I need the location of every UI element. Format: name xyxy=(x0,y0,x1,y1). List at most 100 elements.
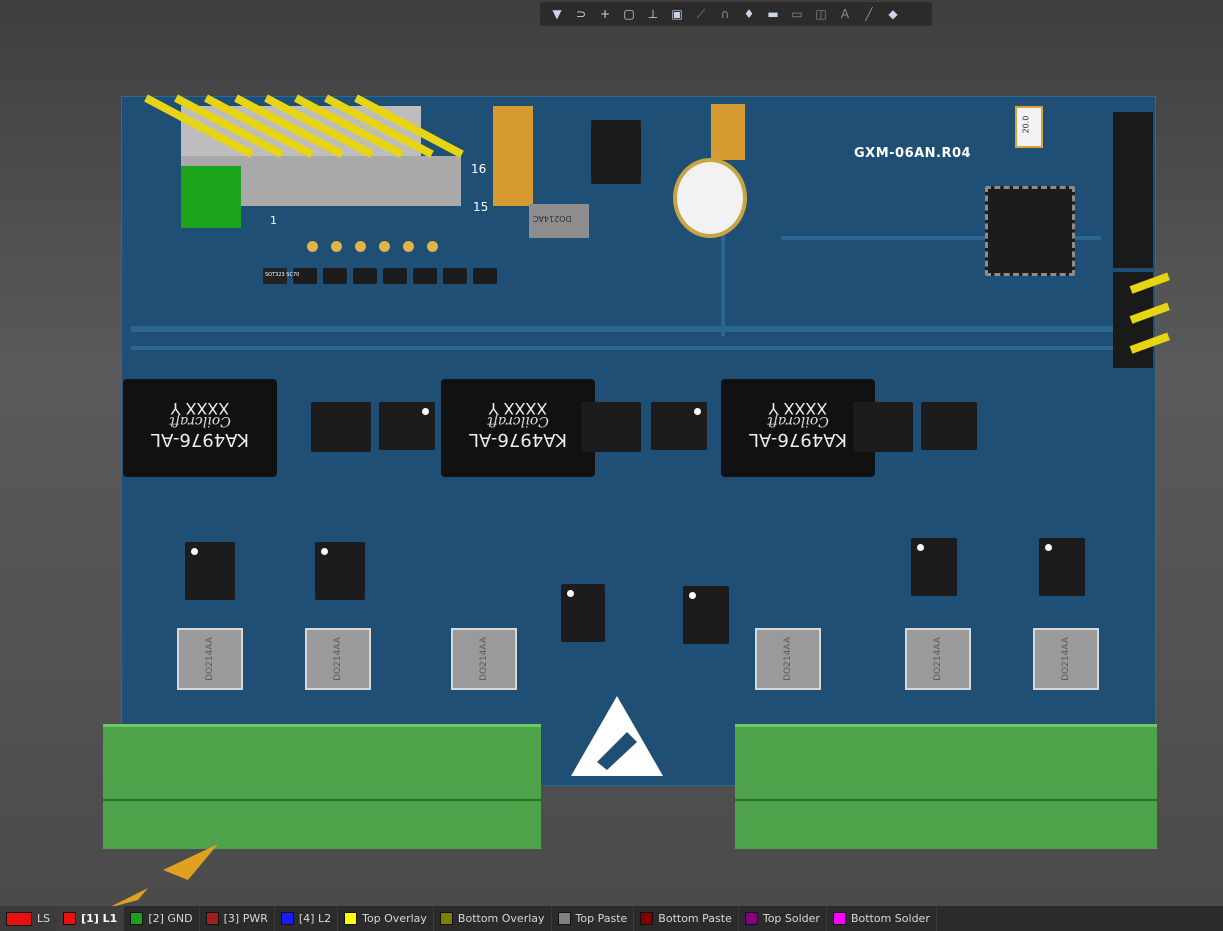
power-inductor: DO214AA xyxy=(451,628,517,690)
transformer: KA4976-AL Coilcraft XXXX Y xyxy=(441,379,595,477)
layer-label: Bottom Solder xyxy=(850,912,930,925)
layer-label: [2] GND xyxy=(148,912,193,925)
layer-color-swatch xyxy=(6,911,32,926)
inductor-label: DO214AA xyxy=(333,637,343,681)
origin-axis-icon xyxy=(108,844,218,908)
layer-tab-ls[interactable]: LS xyxy=(0,906,58,931)
layer-tab-bottom-solder[interactable]: Bottom Solder xyxy=(827,906,937,931)
layer-color-swatch xyxy=(640,912,654,925)
inductor-label: DO214AA xyxy=(783,637,793,681)
right-pin-header xyxy=(1113,112,1153,268)
soic-chip xyxy=(683,586,729,644)
sot323 xyxy=(413,268,437,284)
soic-chip xyxy=(921,402,977,450)
transformer-part-label: KA4976-AL xyxy=(748,429,848,450)
soic-chip xyxy=(311,402,371,452)
layer-color-swatch xyxy=(832,912,846,925)
layer-color-swatch xyxy=(744,912,758,925)
layer-tab-bottom-paste[interactable]: Bottom Paste xyxy=(634,906,739,931)
electrolytic-capacitor xyxy=(673,158,747,238)
sot323 xyxy=(323,268,347,284)
terminal-seam xyxy=(103,799,541,801)
layer-tab-gnd[interactable]: [2] GND xyxy=(124,906,200,931)
region-icon[interactable]: ▭ xyxy=(788,5,806,23)
layer-label: [3] PWR xyxy=(223,912,268,925)
via xyxy=(331,241,342,252)
line-icon[interactable]: ╱ xyxy=(860,5,878,23)
diode: DO214AC xyxy=(529,204,589,238)
align-icon[interactable]: ⊥ xyxy=(644,5,662,23)
layer-color-swatch xyxy=(130,912,144,925)
transformer-code-label: XXXX Y xyxy=(170,399,230,418)
soic-chip xyxy=(379,402,435,450)
terminal-block-right xyxy=(735,724,1157,849)
layer-tabs-bar: LS [1] L1 [2] GND [3] PWR [4] L2 Top Ove… xyxy=(0,906,1223,931)
board-name-label: GXM-06AN.R04 xyxy=(854,146,972,161)
transformer-part-label: KA4976-AL xyxy=(150,429,250,450)
tantalum-capacitor xyxy=(711,104,745,160)
layer-label: [4] L2 xyxy=(298,912,332,925)
component-icon[interactable]: ▣ xyxy=(668,5,686,23)
sot323 xyxy=(473,268,497,284)
soic-chip xyxy=(185,542,235,600)
pin-icon[interactable]: ♦ xyxy=(740,5,758,23)
via xyxy=(427,241,438,252)
keepout-icon[interactable]: ◫ xyxy=(812,5,830,23)
tantalum-capacitor xyxy=(493,106,533,206)
soic-chip xyxy=(853,402,913,452)
green-led xyxy=(181,166,241,228)
transformer: KA4976-AL Coilcraft XXXX Y xyxy=(123,379,277,477)
soic-chip xyxy=(591,120,641,184)
layer-color-swatch xyxy=(205,912,219,925)
terminal-seam xyxy=(735,799,1157,801)
text-icon[interactable]: A xyxy=(836,5,854,23)
pcb-board-3d-view[interactable]: 16 15 1 SOT323 SC70 DO214AC GXM-06AN.R04… xyxy=(121,94,1170,786)
inductor-label: DO214AA xyxy=(479,637,489,681)
trace xyxy=(131,346,1141,350)
sot323 xyxy=(443,268,467,284)
sot323 xyxy=(353,268,377,284)
via xyxy=(307,241,318,252)
layer-label: [1] L1 xyxy=(81,912,118,925)
layer-color-swatch xyxy=(63,912,77,925)
trace xyxy=(131,326,1141,332)
select-rect-icon[interactable]: ▢ xyxy=(620,5,638,23)
soic-chip xyxy=(911,538,957,596)
wire-icon[interactable]: ⟋ xyxy=(692,5,710,23)
header-pin-1-label: 1 xyxy=(270,214,277,227)
inductor-label: DO214AA xyxy=(933,637,943,681)
inductor-label: DO214AA xyxy=(205,637,215,681)
layer-tab-top-solder[interactable]: Top Solder xyxy=(739,906,827,931)
pcb-toolbar: ▼ ⊃ + ▢ ⊥ ▣ ⟋ ∩ ♦ ▬ ▭ ◫ A ╱ ◆ xyxy=(540,2,932,26)
header-pin-16-label: 16 xyxy=(471,162,487,176)
soic-chip xyxy=(315,542,365,600)
layer-tab-l1[interactable]: [1] L1 xyxy=(57,906,125,931)
fill-icon[interactable]: ▬ xyxy=(764,5,782,23)
layer-label: Top Paste xyxy=(575,912,628,925)
layer-label: Bottom Paste xyxy=(658,912,732,925)
layer-tab-top-overlay[interactable]: Top Overlay xyxy=(338,906,434,931)
layer-tab-bottom-overlay[interactable]: Bottom Overlay xyxy=(434,906,552,931)
filter-icon[interactable]: ▼ xyxy=(548,5,566,23)
snap-icon[interactable]: ◆ xyxy=(884,5,902,23)
layer-tab-l2[interactable]: [4] L2 xyxy=(275,906,339,931)
layer-label: Top Solder xyxy=(762,912,820,925)
layer-tab-pwr[interactable]: [3] PWR xyxy=(200,906,275,931)
rg-resistor: 20.0 xyxy=(1015,106,1043,148)
layer-label: Top Overlay xyxy=(362,912,427,925)
transformer-part-label: KA4976-AL xyxy=(468,429,568,450)
arc-icon[interactable]: ∩ xyxy=(716,5,734,23)
soic-chip xyxy=(581,402,641,452)
soic-chip xyxy=(651,402,707,450)
layer-color-swatch xyxy=(280,912,294,925)
crosshair-icon[interactable]: + xyxy=(596,5,614,23)
transformer-code-label: XXXX Y xyxy=(488,399,548,418)
via xyxy=(355,241,366,252)
layer-tab-top-paste[interactable]: Top Paste xyxy=(552,906,635,931)
via xyxy=(379,241,390,252)
layer-color-swatch xyxy=(344,912,358,925)
soic-chip xyxy=(1039,538,1085,596)
diode-label: DO214AC xyxy=(533,214,572,223)
route-icon[interactable]: ⊃ xyxy=(572,5,590,23)
layer-label: Bottom Overlay xyxy=(457,912,545,925)
